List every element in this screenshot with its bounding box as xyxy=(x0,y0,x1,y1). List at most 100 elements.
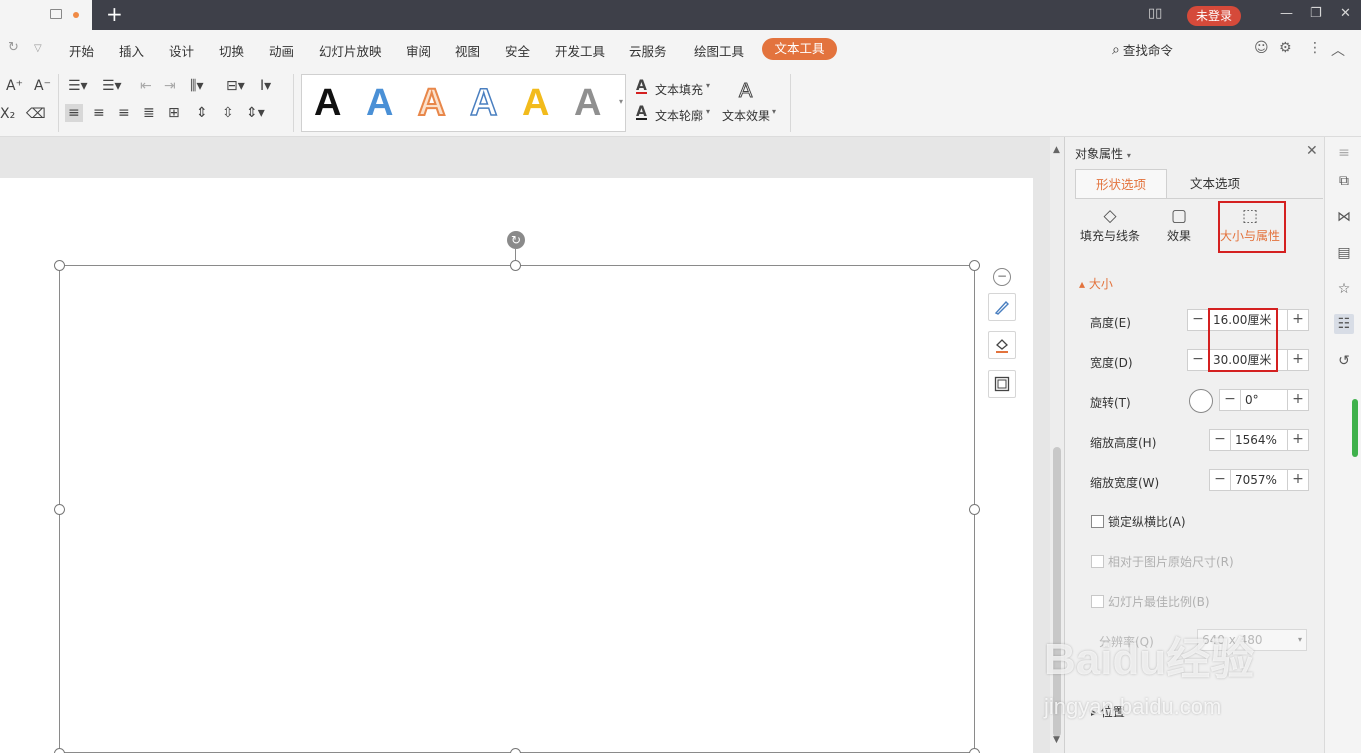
width-decrement-button[interactable]: − xyxy=(1188,350,1208,370)
text-fill-icon[interactable]: A xyxy=(636,79,647,94)
wordart-style-black[interactable]: A xyxy=(314,81,341,125)
feedback-icon[interactable]: ☺ xyxy=(1254,40,1269,56)
bullet-list-icon[interactable]: ☰▾ xyxy=(68,78,88,94)
height-decrement-button[interactable]: − xyxy=(1188,310,1208,330)
menu-view[interactable]: 视图 xyxy=(455,41,480,60)
increase-font-icon[interactable]: A⁺ xyxy=(6,78,23,94)
scale-height-stepper[interactable]: − 1564% + xyxy=(1209,429,1309,451)
menu-insert[interactable]: 插入 xyxy=(119,41,144,60)
more-icon[interactable]: ⋮ xyxy=(1308,40,1322,56)
scale-height-increment-button[interactable]: + xyxy=(1288,430,1308,450)
scale-width-increment-button[interactable]: + xyxy=(1288,470,1308,490)
align-text-icon[interactable]: ⊟▾ xyxy=(226,78,245,94)
gear-icon[interactable]: ⚙ xyxy=(1279,40,1292,56)
subtab-effect[interactable]: ▢ 效果 xyxy=(1163,205,1195,244)
scale-width-stepper[interactable]: − 7057% + xyxy=(1209,469,1309,491)
resize-handle-top-left[interactable] xyxy=(54,260,65,271)
paragraph-spacing-icon[interactable]: ⇳ xyxy=(222,105,234,121)
sidebar-scroll-indicator[interactable] xyxy=(1352,399,1358,457)
section-size-header[interactable]: ▴ 大小 xyxy=(1079,275,1113,292)
scroll-down-icon[interactable]: ▼ xyxy=(1053,735,1060,745)
close-window-icon[interactable]: ✕ xyxy=(1340,6,1351,22)
clear-format-icon[interactable]: ⌫ xyxy=(26,106,46,122)
scale-height-field[interactable]: 1564% xyxy=(1230,430,1288,450)
text-outline-button[interactable]: 文本轮廓 xyxy=(655,107,703,124)
text-outline-dropdown-icon[interactable]: ▾ xyxy=(706,107,710,116)
text-effect-dropdown-icon[interactable]: ▾ xyxy=(772,107,776,116)
resize-handle-right[interactable] xyxy=(969,504,980,515)
align-center-icon[interactable]: ≡ xyxy=(93,105,105,121)
menu-animation[interactable]: 动画 xyxy=(269,41,294,60)
scale-height-decrement-button[interactable]: − xyxy=(1210,430,1230,450)
line-spacing-icon[interactable]: ⇕ xyxy=(196,105,208,121)
collapse-ribbon-icon[interactable]: ︿ xyxy=(1331,40,1345,60)
pane-title[interactable]: 对象属性 ▾ xyxy=(1075,145,1131,162)
close-pane-icon[interactable]: ✕ xyxy=(1306,143,1318,159)
text-effect-button[interactable]: 文本效果 xyxy=(722,107,770,124)
resize-handle-bottom-left[interactable] xyxy=(54,748,65,753)
minimize-icon[interactable]: — xyxy=(1280,6,1293,22)
layout-icon[interactable]: ▯▯ xyxy=(1148,6,1162,22)
outline-button[interactable] xyxy=(988,370,1016,398)
slide[interactable]: ↻ − xyxy=(0,178,1033,753)
tab-shape-options[interactable]: 形状选项 xyxy=(1075,169,1167,199)
checkbox-box[interactable] xyxy=(1091,515,1104,528)
rotation-increment-button[interactable]: + xyxy=(1288,390,1308,410)
resize-handle-top-right[interactable] xyxy=(969,260,980,271)
wordart-style-orange-outline[interactable]: A xyxy=(417,81,446,125)
menu-home[interactable]: 开始 xyxy=(69,41,94,60)
text-effect-icon[interactable]: A xyxy=(738,80,752,103)
search-command[interactable]: ⌕ 查找命令 xyxy=(1112,40,1173,59)
text-direction-icon[interactable]: ⫼▾ xyxy=(190,78,203,94)
tab-text-options[interactable]: 文本选项 xyxy=(1169,169,1261,199)
resize-handle-bottom-right[interactable] xyxy=(969,748,980,753)
text-outline-icon[interactable]: A xyxy=(636,105,647,120)
justify-icon[interactable]: ≣ xyxy=(143,105,155,121)
text-fill-dropdown-icon[interactable]: ▾ xyxy=(706,81,710,90)
menu-security[interactable]: 安全 xyxy=(505,41,530,60)
quick-access-dropdown-icon[interactable]: ▽ xyxy=(34,43,42,54)
fill-button[interactable] xyxy=(988,331,1016,359)
rotate-handle-icon[interactable]: ↻ xyxy=(507,231,525,249)
menu-slideshow[interactable]: 幻灯片放映 xyxy=(319,41,382,60)
star-icon[interactable]: ☆ xyxy=(1334,279,1354,299)
menu-design[interactable]: 设计 xyxy=(169,41,194,60)
scale-width-decrement-button[interactable]: − xyxy=(1210,470,1230,490)
rotation-field[interactable]: 0° xyxy=(1240,390,1288,410)
decrease-font-icon[interactable]: A⁻ xyxy=(34,78,51,94)
style-brush-button[interactable] xyxy=(988,293,1016,321)
new-tab-button[interactable]: + xyxy=(106,3,123,25)
login-button[interactable]: 未登录 xyxy=(1187,6,1241,26)
increase-indent-icon[interactable]: ⇥ xyxy=(164,78,176,94)
share-icon[interactable]: ⋈ xyxy=(1334,207,1354,227)
gallery-expand-icon[interactable]: ▾ xyxy=(619,97,623,106)
menu-review[interactable]: 审阅 xyxy=(406,41,431,60)
rotation-dial-icon[interactable] xyxy=(1189,389,1213,413)
menu-cloud[interactable]: 云服务 xyxy=(629,41,667,60)
scale-width-field[interactable]: 7057% xyxy=(1230,470,1288,490)
wordart-style-blue-outline[interactable]: A xyxy=(469,81,498,125)
rotation-decrement-button[interactable]: − xyxy=(1220,390,1240,410)
width-increment-button[interactable]: + xyxy=(1288,350,1308,370)
distribute-icon[interactable]: ⊞ xyxy=(168,105,180,121)
height-increment-button[interactable]: + xyxy=(1288,310,1308,330)
collapse-toolbar-icon[interactable]: − xyxy=(993,268,1011,286)
scroll-up-icon[interactable]: ▲ xyxy=(1053,145,1060,155)
box-icon[interactable]: ▤ xyxy=(1334,243,1354,263)
numbered-list-icon[interactable]: ☰▾ xyxy=(102,78,122,94)
tab-text-tools[interactable]: 文本工具 xyxy=(762,38,837,60)
decrease-indent-icon[interactable]: ⇤ xyxy=(140,78,152,94)
wordart-style-blue[interactable]: A xyxy=(366,81,393,125)
subscript-icon[interactable]: X₂ xyxy=(0,106,15,122)
paragraph-menu-icon[interactable]: ⇕▾ xyxy=(246,105,265,121)
menu-drawing-tools[interactable]: 绘图工具 xyxy=(694,41,744,60)
wordart-style-gold[interactable]: A xyxy=(522,81,549,125)
properties-icon[interactable]: ☷ xyxy=(1334,314,1354,334)
text-fill-button[interactable]: 文本填充 xyxy=(655,81,703,98)
resize-handle-left[interactable] xyxy=(54,504,65,515)
line-spacing-menu-icon[interactable]: Ⅰ▾ xyxy=(260,78,271,94)
copy-icon[interactable]: ⧉ xyxy=(1334,171,1354,191)
align-left-icon[interactable]: ≡ xyxy=(65,104,83,122)
document-tab[interactable] xyxy=(0,0,92,30)
rotation-stepper[interactable]: − 0° + xyxy=(1219,389,1309,411)
